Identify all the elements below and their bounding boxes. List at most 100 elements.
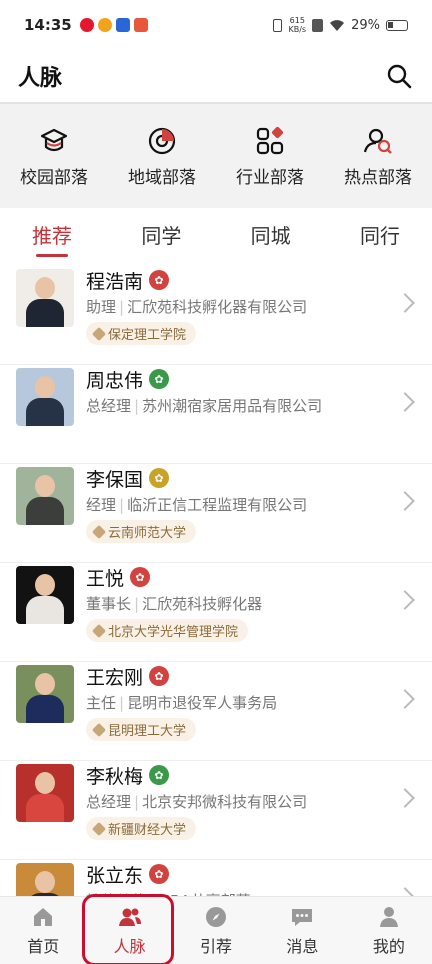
nav-home[interactable]: 首页	[0, 897, 86, 964]
contact-row[interactable]: 程浩南 ✿ 助理 | 汇欣苑科技孵化器有限公司 保定理工学院	[0, 266, 432, 365]
avatar-head	[35, 772, 55, 794]
contact-title: 董事长	[86, 595, 132, 613]
contact-company: 汇欣苑科技孵化器	[142, 595, 263, 613]
tab-classmates[interactable]: 同学	[141, 220, 181, 255]
avatar-body	[26, 695, 64, 723]
search-button[interactable]	[384, 61, 414, 91]
wifi-icon	[330, 19, 345, 31]
level-badge-icon: ✿	[130, 567, 151, 587]
name-line: 李保国 ✿	[86, 464, 416, 492]
nav-profile[interactable]: 我的	[346, 897, 432, 964]
level-badge-icon: ✿	[149, 765, 170, 785]
tribe-campus[interactable]: 校园部落	[0, 104, 108, 208]
avatar-body	[26, 794, 64, 822]
baidu-icon	[115, 18, 130, 32]
contact-title: 总经理	[86, 397, 132, 415]
school-tag: 昆明理工大学	[86, 718, 197, 741]
contact-info: 周忠伟 ✿ 总经理 | 苏州潮宿家居用品有限公司	[86, 365, 416, 416]
bottom-nav: 首页 人脉 引荐 消息 我的	[0, 896, 432, 964]
avatar-body	[26, 497, 64, 525]
contact-company: 北京安邦微科技有限公司	[142, 793, 308, 811]
avatar[interactable]	[16, 269, 74, 327]
nav-contacts[interactable]: 人脉	[86, 897, 172, 964]
contact-row[interactable]: 王宏刚 ✿ 主任 | 昆明市退役军人事务局 昆明理工大学	[0, 662, 432, 761]
school-name: 新疆财经大学	[108, 823, 187, 838]
graduation-cap-icon	[40, 128, 68, 151]
contact-job: 主任 | 昆明市退役军人事务局	[86, 692, 416, 713]
status-time: 14:35	[24, 16, 72, 34]
avatar-head	[35, 475, 55, 497]
contact-row[interactable]: 周忠伟 ✿ 总经理 | 苏州潮宿家居用品有限公司	[0, 365, 432, 464]
avatar-head	[35, 574, 55, 596]
school-name: 云南师范大学	[108, 526, 187, 541]
avatar-head	[35, 673, 55, 695]
contact-title: 总经理	[86, 793, 132, 811]
avatar-head	[35, 871, 55, 893]
contact-job: 经理 | 临沂正信工程监理有限公司	[86, 494, 416, 515]
contact-company: 昆明市退役军人事务局	[127, 694, 278, 712]
name-line: 李秋梅 ✿	[86, 761, 416, 789]
contact-name: 李秋梅	[86, 765, 144, 788]
contact-row[interactable]: 李秋梅 ✿ 总经理 | 北京安邦微科技有限公司 新疆财经大学	[0, 761, 432, 860]
contact-name: 张立东	[86, 864, 144, 887]
contact-row[interactable]: 李保国 ✿ 经理 | 临沂正信工程监理有限公司 云南师范大学	[0, 464, 432, 563]
notification-icons	[79, 18, 148, 32]
grid-icon	[256, 126, 284, 154]
avatar-head	[35, 376, 55, 398]
status-bar: 14:35 615 KB/s 29%	[0, 0, 432, 50]
contact-title: 主任	[86, 694, 117, 712]
tab-same-industry[interactable]: 同行	[360, 220, 400, 255]
contact-company: 苏州潮宿家居用品有限公司	[142, 397, 323, 415]
name-line: 王宏刚 ✿	[86, 662, 416, 690]
level-badge-icon: ✿	[149, 270, 170, 290]
avatar[interactable]	[16, 764, 74, 822]
weibo-icon	[79, 18, 94, 32]
tab-same-city[interactable]: 同城	[251, 220, 291, 255]
compass-icon	[206, 906, 227, 927]
tribe-region[interactable]: 地域部落	[108, 104, 216, 208]
contact-name: 程浩南	[86, 270, 144, 293]
avatar[interactable]	[16, 566, 74, 624]
tribe-hotspot[interactable]: 热点部落	[324, 104, 432, 208]
contact-title: 经理	[86, 496, 117, 514]
avatar[interactable]	[16, 863, 74, 896]
header: 人脉	[0, 50, 432, 104]
school-tag: 保定理工学院	[86, 322, 197, 345]
tag-icon	[91, 623, 107, 638]
tag-icon	[91, 326, 107, 341]
tag-icon	[91, 722, 107, 737]
profile-icon	[379, 906, 398, 927]
avatar[interactable]	[16, 368, 74, 426]
avatar[interactable]	[16, 665, 74, 723]
level-badge-icon: ✿	[149, 369, 170, 389]
name-line: 王悦 ✿	[86, 563, 416, 591]
tribe-categories: 校园部落 地域部落 行业部落 热点部落	[0, 104, 432, 208]
tribe-industry[interactable]: 行业部落	[216, 104, 324, 208]
status-right: 615 KB/s 29%	[273, 16, 408, 34]
contact-info: 张立东 ✿ 轮值总裁|MBA共享部落	[86, 860, 416, 896]
contact-info: 程浩南 ✿ 助理 | 汇欣苑科技孵化器有限公司 保定理工学院	[86, 266, 416, 345]
separator: |	[134, 595, 140, 613]
school-tag: 新疆财经大学	[86, 817, 197, 840]
avatar[interactable]	[16, 467, 74, 525]
nav-referral[interactable]: 引荐	[173, 897, 259, 964]
school-name: 昆明理工大学	[108, 724, 187, 739]
name-line: 程浩南 ✿	[86, 266, 416, 294]
avatar-body	[26, 398, 64, 426]
avatar-body	[26, 596, 64, 624]
contact-name: 王宏刚	[86, 666, 144, 689]
contact-row[interactable]: 张立东 ✿ 轮值总裁|MBA共享部落	[0, 860, 432, 896]
school-tag: 北京大学光华管理学院	[86, 619, 249, 642]
name-line: 张立东 ✿	[86, 860, 416, 888]
filter-tabs: 推荐 同学 同城 同行	[0, 208, 432, 266]
contact-title: 助理	[86, 298, 117, 316]
tab-recommend[interactable]: 推荐	[32, 220, 72, 257]
page-title: 人脉	[18, 66, 63, 91]
contact-info: 李秋梅 ✿ 总经理 | 北京安邦微科技有限公司 新疆财经大学	[86, 761, 416, 840]
vibrate-icon	[273, 18, 283, 32]
school-name: 北京大学光华管理学院	[108, 625, 239, 640]
search-icon	[387, 64, 412, 89]
contact-row[interactable]: 王悦 ✿ 董事长 | 汇欣苑科技孵化器 北京大学光华管理学院	[0, 563, 432, 662]
target-icon	[148, 127, 176, 154]
nav-messages[interactable]: 消息	[259, 897, 345, 964]
